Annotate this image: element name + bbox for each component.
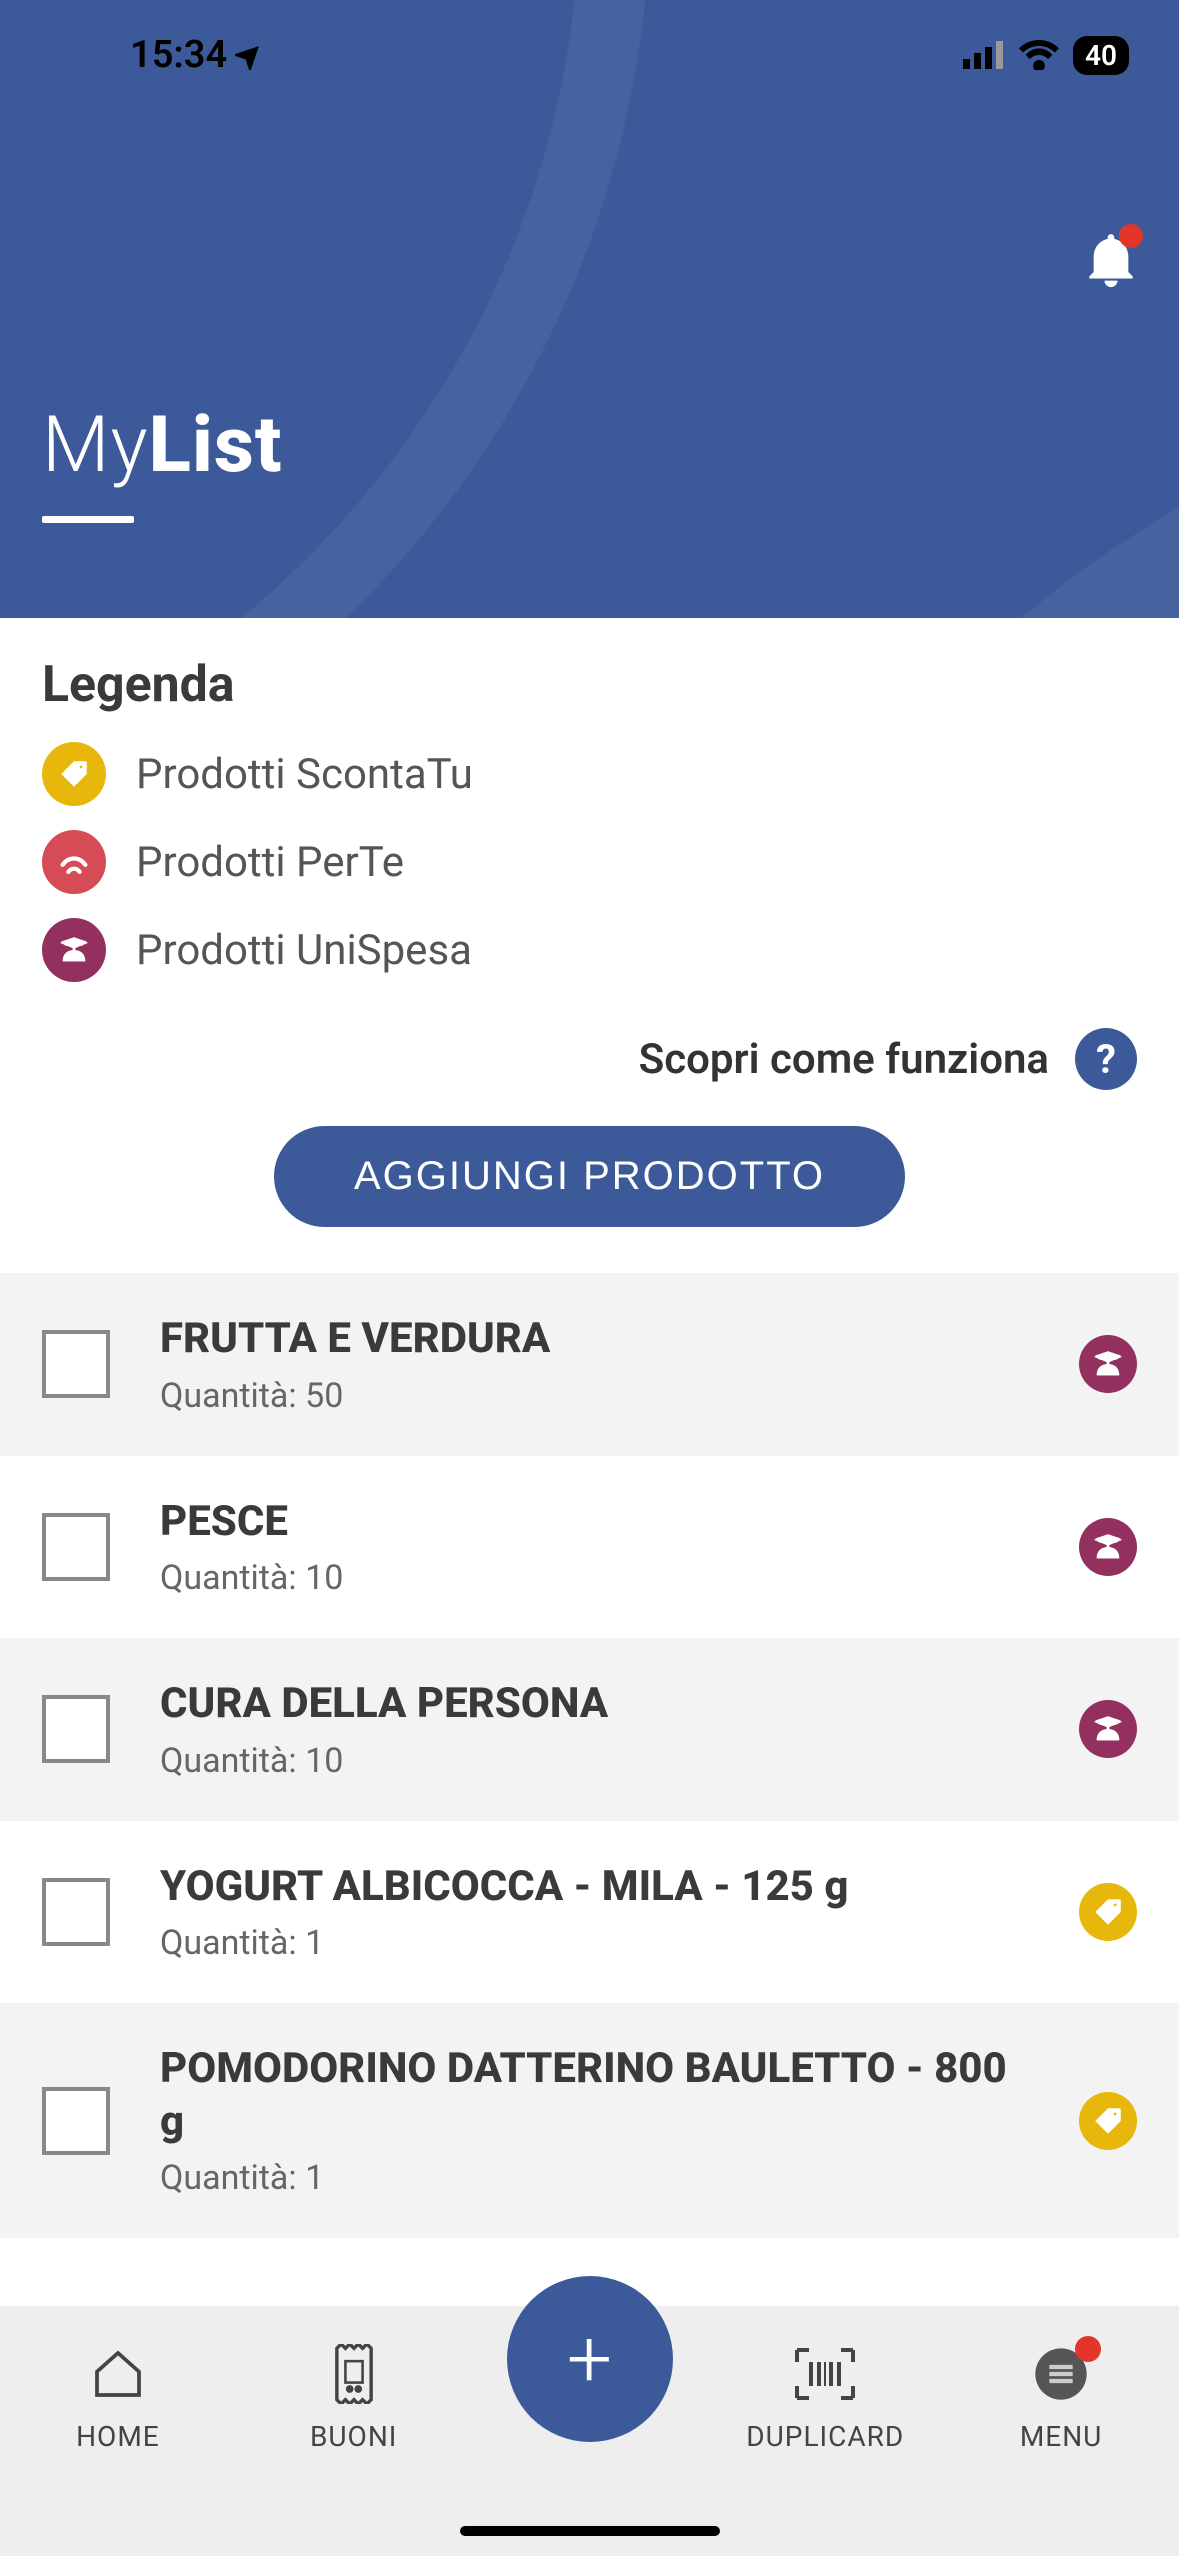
coupon-icon <box>328 2344 380 2404</box>
graduation-cap-icon <box>1079 1700 1137 1758</box>
nav-menu-label: MENU <box>1020 2420 1103 2453</box>
list-item[interactable]: FRUTTA E VERDURA Quantità: 50 <box>0 1273 1179 1456</box>
add-product-button[interactable]: AGGIUNGI PRODOTTO <box>274 1126 905 1227</box>
barcode-icon <box>793 2346 857 2402</box>
add-button-wrap: AGGIUNGI PRODOTTO <box>0 1126 1179 1273</box>
legend-label: Prodotti PerTe <box>136 838 404 887</box>
help-icon[interactable]: ? <box>1075 1028 1137 1090</box>
status-time: 15:34 <box>130 33 265 77</box>
signal-icon <box>963 41 1005 69</box>
battery-level: 40 <box>1085 39 1117 72</box>
item-quantity: Quantità: 10 <box>160 1741 1029 1781</box>
fab-add-button[interactable]: + <box>507 2276 673 2442</box>
list-item[interactable]: YOGURT ALBICOCCA - MILA - 125 g Quantità:… <box>0 1821 1179 2004</box>
item-checkbox[interactable] <box>42 2087 110 2155</box>
home-icon <box>90 2346 146 2402</box>
legend-title: Legenda <box>42 656 1137 714</box>
signal-icon <box>42 830 106 894</box>
item-checkbox[interactable] <box>42 1513 110 1581</box>
notifications-button[interactable] <box>1085 230 1137 292</box>
content-area: Legenda Prodotti ScontaTu Prodotti PerTe P… <box>0 618 1179 2306</box>
nav-menu[interactable]: MENU <box>961 2342 1161 2453</box>
item-name: CURA DELLA PERSONA <box>160 1678 1029 1731</box>
item-checkbox[interactable] <box>42 1695 110 1763</box>
discover-row[interactable]: Scopri come funziona ? <box>0 1018 1179 1126</box>
battery-badge: 40 <box>1073 36 1129 75</box>
menu-notification-dot <box>1075 2336 1101 2362</box>
nav-home-label: HOME <box>76 2420 160 2453</box>
clock-text: 15:34 <box>130 33 227 77</box>
item-body: POMODORINO DATTERINO BAULETTO - 800 g Qua… <box>160 2043 1029 2198</box>
title-bold: List <box>149 400 283 491</box>
plus-icon: + <box>567 2312 612 2406</box>
item-name: FRUTTA E VERDURA <box>160 1313 1029 1366</box>
page-title: MyList <box>42 400 283 491</box>
item-body: PESCE Quantità: 10 <box>160 1496 1029 1599</box>
list-item[interactable]: PESCE Quantità: 10 <box>0 1456 1179 1639</box>
tag-icon <box>1079 2092 1137 2150</box>
item-name: PESCE <box>160 1496 1029 1549</box>
nav-buoni-label: BUONI <box>310 2420 397 2453</box>
item-quantity: Quantità: 50 <box>160 1376 1029 1416</box>
graduation-cap-icon <box>42 918 106 982</box>
notification-dot <box>1119 224 1143 248</box>
bottom-nav: HOME BUONI DUPLICARD MENU + <box>0 2306 1179 2556</box>
legend-row: Prodotti PerTe <box>42 830 1137 894</box>
item-quantity: Quantità: 1 <box>160 2158 1029 2198</box>
list-item[interactable]: POMODORINO DATTERINO BAULETTO - 800 g Qua… <box>0 2003 1179 2238</box>
decorative-arc <box>629 360 1179 618</box>
item-name: YOGURT ALBICOCCA - MILA - 125 g <box>160 1861 1029 1914</box>
legend-row: Prodotti ScontaTu <box>42 742 1137 806</box>
item-body: FRUTTA E VERDURA Quantità: 50 <box>160 1313 1029 1416</box>
tag-icon <box>42 742 106 806</box>
nav-duplicard[interactable]: DUPLICARD <box>725 2342 925 2453</box>
status-icons: 40 <box>963 36 1129 75</box>
list-item[interactable]: CURA DELLA PERSONA Quantità: 10 <box>0 1638 1179 1821</box>
tag-icon <box>1079 1883 1137 1941</box>
item-name: POMODORINO DATTERINO BAULETTO - 800 g <box>160 2043 1029 2148</box>
item-checkbox[interactable] <box>42 1330 110 1398</box>
nav-home[interactable]: HOME <box>18 2342 218 2453</box>
title-underline <box>42 516 134 523</box>
title-light: My <box>42 400 149 491</box>
item-body: YOGURT ALBICOCCA - MILA - 125 g Quantità:… <box>160 1861 1029 1964</box>
item-body: CURA DELLA PERSONA Quantità: 10 <box>160 1678 1029 1781</box>
graduation-cap-icon <box>1079 1518 1137 1576</box>
item-quantity: Quantità: 1 <box>160 1923 1029 1963</box>
wifi-icon <box>1019 40 1059 70</box>
status-bar: 15:34 40 <box>0 0 1179 110</box>
discover-text: Scopri come funziona <box>639 1035 1049 1084</box>
item-checkbox[interactable] <box>42 1878 110 1946</box>
home-indicator[interactable] <box>460 2526 720 2536</box>
legend-label: Prodotti ScontaTu <box>136 750 473 799</box>
graduation-cap-icon <box>1079 1335 1137 1393</box>
nav-duplicard-label: DUPLICARD <box>746 2420 904 2453</box>
nav-buoni[interactable]: BUONI <box>254 2342 454 2453</box>
legend-label: Prodotti UniSpesa <box>136 926 472 975</box>
legend-row: Prodotti UniSpesa <box>42 918 1137 982</box>
location-icon <box>235 40 265 70</box>
legend-block: Legenda Prodotti ScontaTu Prodotti PerTe P… <box>0 618 1179 1018</box>
item-quantity: Quantità: 10 <box>160 1558 1029 1598</box>
product-list: FRUTTA E VERDURA Quantità: 50 PESCE Quantit… <box>0 1273 1179 2238</box>
